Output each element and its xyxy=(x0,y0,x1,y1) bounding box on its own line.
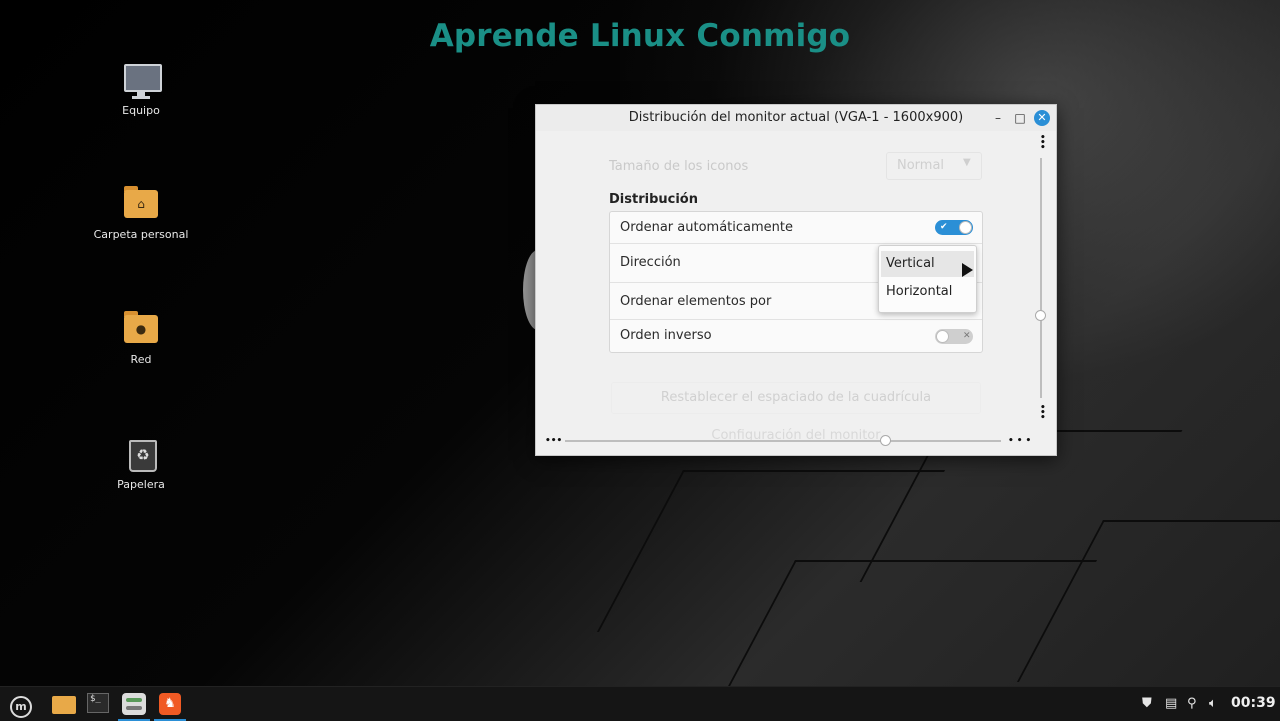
direction-option-vertical[interactable]: Vertical xyxy=(881,251,974,277)
shield-icon[interactable]: ⛊ xyxy=(1142,696,1152,711)
terminal-launcher[interactable]: $_ xyxy=(84,690,112,718)
volume-icon[interactable]: 🔈︎ xyxy=(1209,696,1217,711)
setting-label: Dirección xyxy=(620,255,681,270)
setting-label: Ordenar elementos por xyxy=(620,294,772,309)
setting-label: Orden inverso xyxy=(620,328,712,343)
section-title: Distribución xyxy=(609,192,698,207)
direction-option-horizontal[interactable]: Horizontal xyxy=(881,279,974,305)
maximize-button[interactable]: □ xyxy=(1012,110,1028,126)
desktop-icon-red[interactable]: ● Red xyxy=(81,309,201,366)
mouse-cursor-icon xyxy=(962,263,973,277)
desktop-icon-label: Papelera xyxy=(117,478,165,491)
vertical-scrollbar[interactable] xyxy=(1040,158,1042,398)
resize-handle-icon[interactable]: ••• xyxy=(1008,435,1034,447)
close-button[interactable]: ✕ xyxy=(1034,110,1050,126)
toggle-knob xyxy=(959,221,972,234)
mint-menu-button[interactable]: m xyxy=(4,690,32,718)
vertical-scroll-thumb[interactable] xyxy=(1035,310,1046,321)
window-title: Distribución del monitor actual (VGA-1 -… xyxy=(628,110,964,125)
reverse-order-toggle[interactable]: ✕ xyxy=(935,329,973,344)
window-titlebar[interactable]: Distribución del monitor actual (VGA-1 -… xyxy=(536,105,1056,131)
resize-handle-icon[interactable]: ••• xyxy=(1040,134,1046,153)
desktop-icon-label: Carpeta personal xyxy=(93,228,189,241)
settings-launcher[interactable] xyxy=(118,690,150,721)
files-launcher[interactable] xyxy=(50,690,78,718)
mint-menu-icon: m xyxy=(10,696,32,718)
option-label: Horizontal xyxy=(886,284,953,299)
icon-size-value: Normal xyxy=(897,158,945,173)
setting-label: Ordenar automáticamente xyxy=(620,220,793,235)
x-icon: ✕ xyxy=(963,331,971,341)
option-label: Vertical xyxy=(886,256,935,271)
terminal-icon: $_ xyxy=(87,693,109,713)
check-icon: ✔ xyxy=(940,222,948,232)
setting-row-reverse-order: Orden inverso ✕ xyxy=(610,320,982,351)
computer-icon xyxy=(121,60,162,100)
minimize-button[interactable]: – xyxy=(990,110,1006,126)
direction-dropdown-menu: Vertical Horizontal xyxy=(878,245,977,313)
clock[interactable]: 00:39 xyxy=(1231,695,1276,711)
trash-icon: ♻ xyxy=(121,434,161,474)
network-folder-icon: ● xyxy=(121,309,161,349)
brand-title: Aprende Linux Conmigo xyxy=(429,18,851,54)
taskbar: m $_ ♞ ⛊ ▤ ⚲ 🔈︎ 00:39 xyxy=(0,686,1280,721)
brave-launcher[interactable]: ♞ xyxy=(154,690,186,721)
home-folder-icon: ⌂ xyxy=(121,184,161,224)
horizontal-scroll-thumb[interactable] xyxy=(880,435,891,446)
settings-icon xyxy=(122,693,146,715)
icon-size-select[interactable]: Normal ▼ xyxy=(886,152,982,180)
desktop-icon-label: Red xyxy=(130,353,152,366)
desktop-layout-window: Distribución del monitor actual (VGA-1 -… xyxy=(535,104,1057,456)
desktop-icon-label: Equipo xyxy=(122,104,160,117)
chevron-down-icon: ▼ xyxy=(963,157,971,168)
auto-arrange-toggle[interactable]: ✔ xyxy=(935,220,973,235)
brave-icon: ♞ xyxy=(159,693,181,715)
resize-handle-icon[interactable]: ••• xyxy=(545,435,562,447)
files-icon xyxy=(52,696,76,714)
resize-handle-icon[interactable]: ••• xyxy=(1040,404,1046,423)
desktop-icon-carpeta-personal[interactable]: ⌂ Carpeta personal xyxy=(81,184,201,241)
horizontal-scrollbar[interactable] xyxy=(565,440,1001,442)
desktop-icon-papelera[interactable]: ♻ Papelera xyxy=(81,434,201,491)
toggle-knob xyxy=(936,330,949,343)
printer-icon[interactable]: ▤ xyxy=(1165,696,1177,711)
setting-row-auto-arrange: Ordenar automáticamente ✔ xyxy=(610,212,982,244)
desktop-icon-equipo[interactable]: Equipo xyxy=(81,60,201,117)
icon-size-label: Tamaño de los iconos xyxy=(609,159,749,174)
reset-grid-spacing-button[interactable]: Restablecer el espaciado de la cuadrícul… xyxy=(611,382,981,414)
network-icon[interactable]: ⚲ xyxy=(1187,696,1197,711)
